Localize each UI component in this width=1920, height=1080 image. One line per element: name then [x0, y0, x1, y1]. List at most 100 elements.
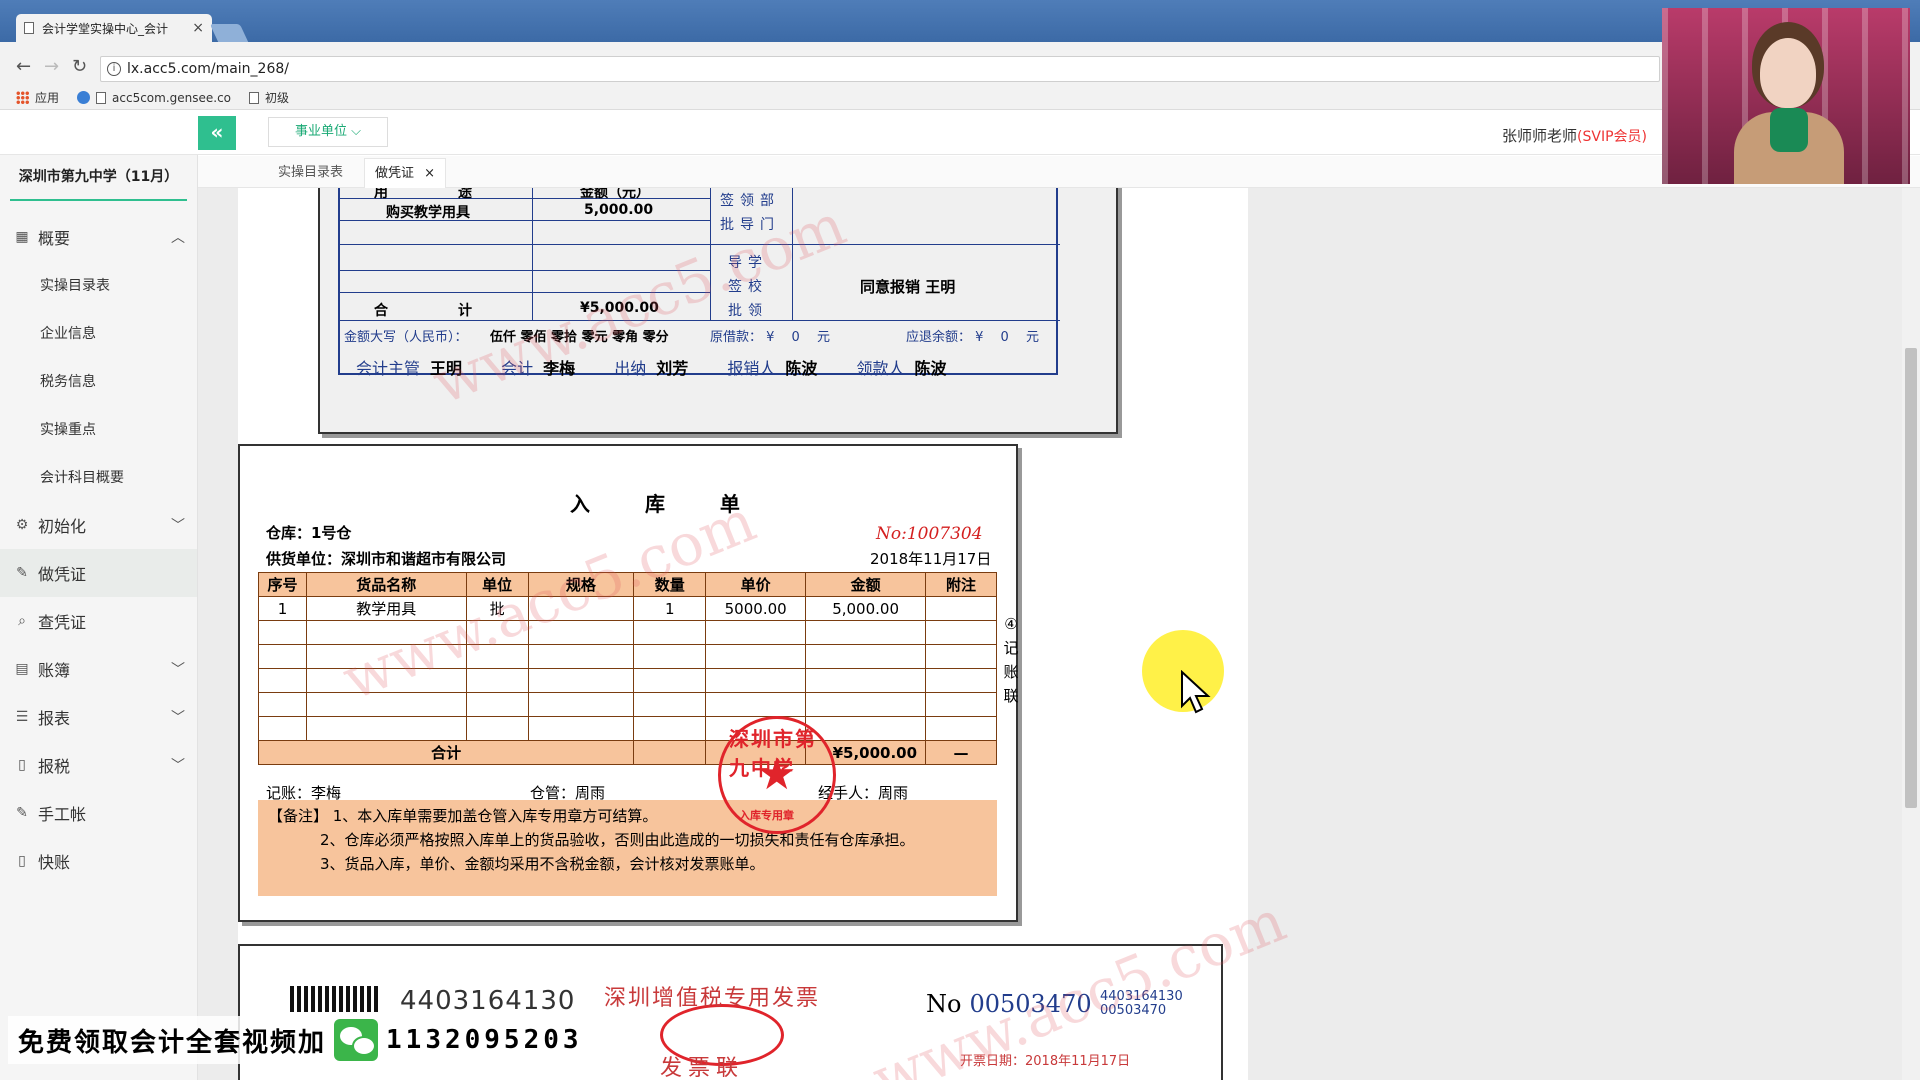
chevron-down-icon: ﹀	[171, 662, 185, 678]
close-icon[interactable]: ×	[424, 166, 435, 181]
sidebar-item-overview[interactable]: ▦ 概要 ︿	[0, 213, 197, 261]
user-info[interactable]: 张师师老师(SVIP会员)	[1502, 125, 1647, 146]
sidebar-item-label: 手工帐	[38, 805, 87, 824]
star-icon: ★	[757, 749, 797, 800]
chevron-down-icon: ﹀	[171, 710, 185, 726]
column-header: 货品名称	[305, 572, 467, 597]
receipt-notes: 【备注】 1、本入库单需要加盖仓管入库专用章方可结算。 2、仓库必须严格按照入库…	[258, 800, 997, 896]
school-label-3: 批领	[728, 303, 768, 319]
sidebar-subitem[interactable]: 税务信息	[0, 357, 197, 405]
chevron-up-icon: ︿	[171, 230, 185, 246]
cell: 1	[633, 596, 707, 621]
sidebar: 深圳市第九中学（11月） ▦ 概要 ︿ 实操目录表 企业信息 税务信息 实操重点…	[0, 155, 198, 1080]
sidebar-subitem[interactable]: 会计科目概要	[0, 453, 197, 501]
promo-phone: 1132095203	[386, 1025, 583, 1055]
column-header: 附注	[925, 572, 997, 597]
column-header: 金额	[805, 572, 927, 597]
tab-catalog[interactable]: 实操目录表	[268, 158, 353, 188]
pen-icon: ✎	[16, 565, 28, 581]
sidebar-item-label: 账簿	[38, 661, 71, 680]
warehouse-receipt: 入 库 单 仓库：1号仓 No:1007304 供货单位：深圳市和谐超市有限公司…	[238, 444, 1019, 922]
bookmark-apps[interactable]: 应用	[16, 89, 59, 106]
total-row: 合计 ¥5,000.00 —	[257, 740, 997, 765]
pen-icon: ✎	[16, 805, 28, 821]
list-icon: ☰	[15, 709, 29, 725]
wechat-icon	[334, 1019, 379, 1061]
invoice-title: 深圳增值税专用发票	[604, 986, 821, 1011]
sidebar-item-ledger[interactable]: ▤ 账簿 ﹀	[0, 645, 197, 693]
page-icon	[249, 91, 260, 104]
sidebar-subitem[interactable]: 实操重点	[0, 405, 197, 453]
sig-role: 报销人	[727, 359, 776, 378]
sig-name: 陈波	[785, 359, 818, 378]
reload-icon[interactable]: ↻	[72, 56, 87, 77]
browser-tab[interactable]: 会计学堂实操中心_会计 ×	[16, 14, 212, 42]
new-tab-button[interactable]	[209, 24, 249, 42]
refund-balance: 应退余额： ¥ 0 元	[906, 330, 1039, 345]
forward-icon[interactable]: →	[44, 56, 59, 77]
receipt-number: No:1007304	[876, 524, 983, 544]
sidebar-item-make-voucher[interactable]: ✎ 做凭证	[0, 549, 197, 597]
invoice-code: 4403164130	[400, 986, 576, 1016]
sidebar-nav: ▦ 概要 ︿ 实操目录表 企业信息 税务信息 实操重点 会计科目概要 ⚙ 初始化…	[0, 213, 197, 885]
table-row	[258, 716, 997, 741]
company-name: 深圳市第九中学（11月）	[10, 155, 187, 201]
total-label: 合计	[257, 740, 635, 765]
sidebar-item-tax[interactable]: ▯ 报税 ﹀	[0, 741, 197, 789]
item-use: 购买教学用具	[386, 205, 470, 221]
total-dash: —	[925, 740, 997, 765]
sidebar-item-search-voucher[interactable]: ⌕ 查凭证	[0, 597, 197, 645]
sig-role: 出纳	[614, 359, 647, 378]
sig-role: 会计主管	[356, 359, 421, 378]
scrollbar[interactable]	[1902, 188, 1920, 1080]
promo-banner: 免费领取会计全套视频加 1132095203	[8, 1016, 606, 1064]
page-icon	[96, 91, 107, 104]
total-label: 合 计	[374, 303, 472, 319]
note-line: 3、货品入库，单价、金额均采用不含税金额，会计核对发票账单。	[320, 855, 765, 873]
col-amount: 金额（元）	[580, 188, 650, 201]
content-area: 用 途 金额（元） 购买教学用具 5,000.00 签领部 批导门 导学 签校 …	[198, 188, 1903, 1080]
info-icon[interactable]: i	[107, 62, 121, 76]
sidebar-item-label: 报税	[38, 757, 71, 776]
back-icon[interactable]: ←	[16, 56, 31, 77]
column-header: 序号	[258, 572, 307, 597]
sidebar-item-init[interactable]: ⚙ 初始化 ﹀	[0, 501, 197, 549]
sidebar-item-label: 查凭证	[38, 613, 87, 632]
cell: 5000.00	[705, 596, 807, 621]
search-icon: ⌕	[18, 613, 26, 629]
note-line: 【备注】 1、本入库单需要加盖仓管入库专用章方可结算。	[268, 807, 658, 825]
sig-name: 刘芳	[656, 359, 689, 378]
sidebar-item-label: 做凭证	[38, 565, 87, 584]
sidebar-item-label: 报表	[38, 709, 71, 728]
sidebar-item-quick[interactable]: ▯ 快账	[0, 837, 197, 885]
bookmark-chuji[interactable]: 初级	[249, 89, 289, 106]
webcam-overlay	[1662, 8, 1910, 184]
bookmark-label: acc5com.gensee.co	[112, 90, 232, 105]
file-icon: ▯	[18, 757, 26, 773]
scrollbar-thumb[interactable]	[1905, 348, 1917, 808]
url-input[interactable]: i lx.acc5.com/main_268/	[100, 56, 1660, 82]
invoice-subtitle: 发票联	[660, 1056, 745, 1080]
app-header: « 事业单位 ⌵ 张师师老师(SVIP会员)	[0, 111, 1920, 155]
sidebar-subitem[interactable]: 企业信息	[0, 309, 197, 357]
qr-code	[290, 986, 380, 1012]
sig-role: 领款人	[856, 359, 905, 378]
item-amount: 5,000.00	[584, 202, 654, 218]
voucher-attachments: 用 途 金额（元） 购买教学用具 5,000.00 签领部 批导门 导学 签校 …	[238, 188, 1295, 1080]
browser-tabbar: 会计学堂实操中心_会计 ×	[0, 0, 1920, 42]
bookmark-gensee[interactable]: acc5com.gensee.co	[77, 91, 231, 105]
tab-make-voucher[interactable]: 做凭证 ×	[364, 158, 447, 188]
apps-icon	[16, 91, 29, 104]
col-use: 用 途	[374, 188, 472, 201]
sidebar-item-label: 概要	[38, 229, 71, 248]
receipt-date: 2018年11月17日	[870, 550, 992, 568]
sidebar-item-reports[interactable]: ☰ 报表 ﹀	[0, 693, 197, 741]
sidebar-subitem[interactable]: 实操目录表	[0, 261, 197, 309]
page-icon	[24, 22, 34, 34]
dept-label: 签领部	[720, 193, 780, 209]
unit-type-select[interactable]: 事业单位 ⌵	[268, 117, 388, 147]
bookmark-label: 初级	[265, 91, 290, 105]
collapse-sidebar-button[interactable]: «	[198, 116, 236, 150]
tab-close-icon[interactable]: ×	[192, 20, 204, 36]
sidebar-item-manual[interactable]: ✎ 手工帐	[0, 789, 197, 837]
